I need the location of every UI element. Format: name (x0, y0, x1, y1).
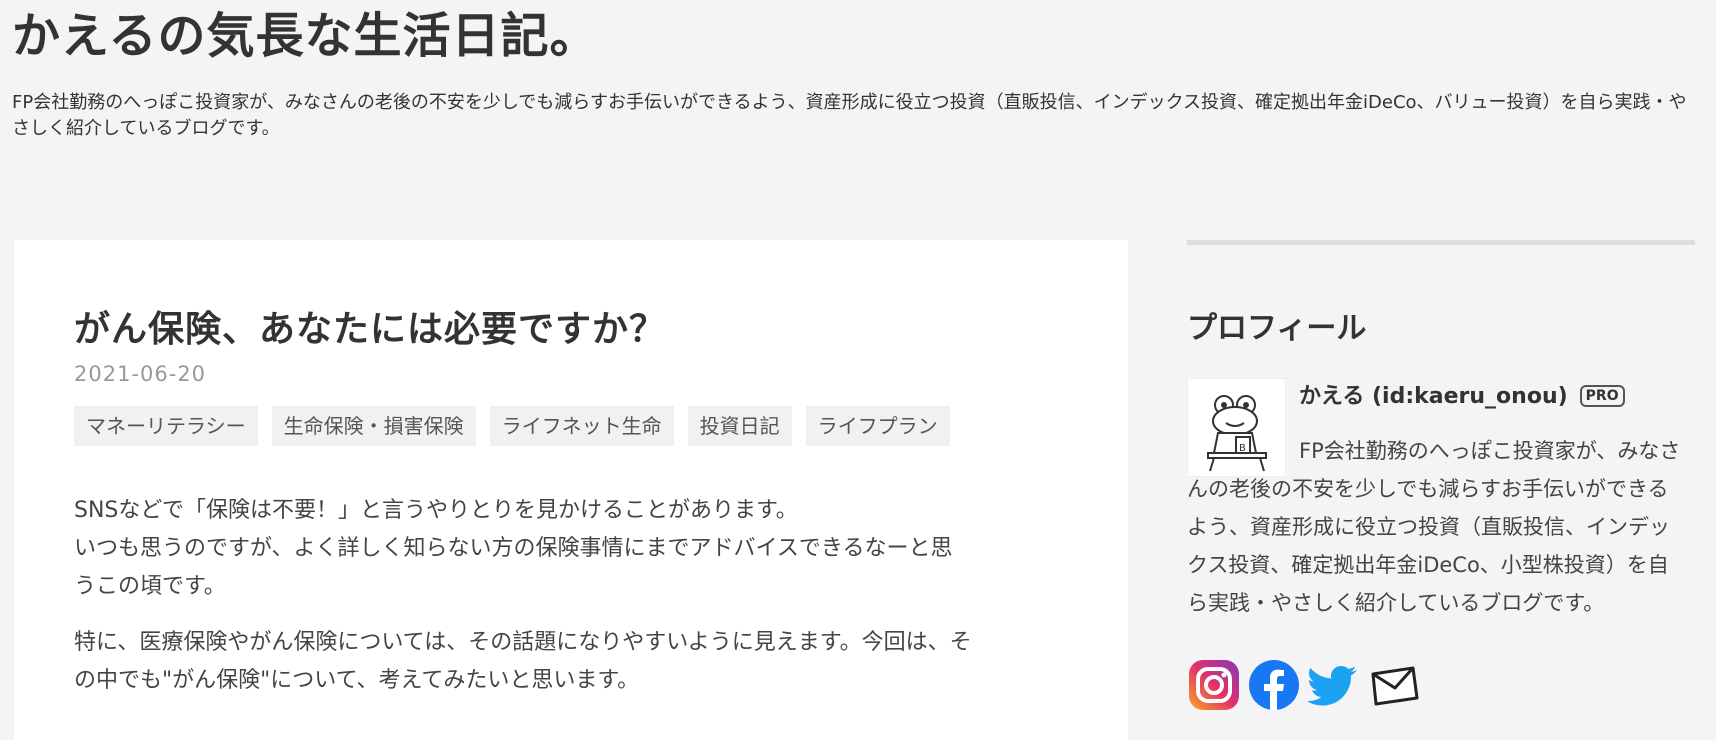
mail-icon[interactable] (1367, 658, 1421, 712)
tag-insurance[interactable]: 生命保険・損害保険 (271, 406, 476, 446)
article-paragraph-2: 特に、医療保険やがん保険については、その話題になりやすいように見えます。今回は、… (74, 630, 972, 693)
article-title[interactable]: がん保険、あなたには必要ですか？ (74, 300, 666, 352)
pro-badge[interactable]: PRO (1579, 385, 1625, 407)
tag-money-literacy[interactable]: マネーリテラシー (74, 406, 258, 446)
tag-life-plan[interactable]: ライフプラン (805, 406, 950, 446)
sidebar-divider (1187, 240, 1695, 245)
profile-name[interactable]: かえる (id:kaeru_onou) PRO (1299, 378, 1625, 410)
article-tags: マネーリテラシー 生命保険・損害保険 ライフネット生命 投資日記 ライフプラン (74, 406, 950, 446)
article-paragraph-1: SNSなどで「保険は不要！」と言うやりとりを見かけることがあります。 いつも思う… (74, 498, 953, 599)
social-links (1187, 658, 1421, 712)
facebook-icon[interactable] (1247, 658, 1301, 712)
site-title[interactable]: かえるの気長な生活日記。 (12, 8, 599, 66)
tag-lifenet[interactable]: ライフネット生命 (489, 406, 674, 446)
profile-description: FP会社勤務のへっぽこ投資家が、みなさんの老後の不安を少しでも減らすお手伝いがで… (1187, 439, 1681, 615)
profile-name-text[interactable]: かえる (id:kaeru_onou) (1299, 384, 1568, 409)
article-date[interactable]: 2021-06-20 (74, 362, 206, 386)
twitter-icon[interactable] (1307, 658, 1361, 712)
article-body: SNSなどで「保険は不要！」と言うやりとりを見かけることがあります。 いつも思う… (74, 492, 1074, 718)
instagram-icon[interactable] (1187, 658, 1241, 712)
sidebar: プロフィール B かえる (id:kaeru_onou) PRO FP会社勤務のへ… (1187, 240, 1695, 710)
tag-investment-diary[interactable]: 投資日記 (687, 406, 792, 446)
profile-heading: プロフィール (1187, 311, 1367, 346)
site-description: FP会社勤務のへっぽこ投資家が、みなさんの老後の不安を少しでも減らすお手伝いがで… (12, 92, 1687, 139)
article-card: がん保険、あなたには必要ですか？ 2021-06-20 マネーリテラシー 生命保… (14, 240, 1128, 740)
